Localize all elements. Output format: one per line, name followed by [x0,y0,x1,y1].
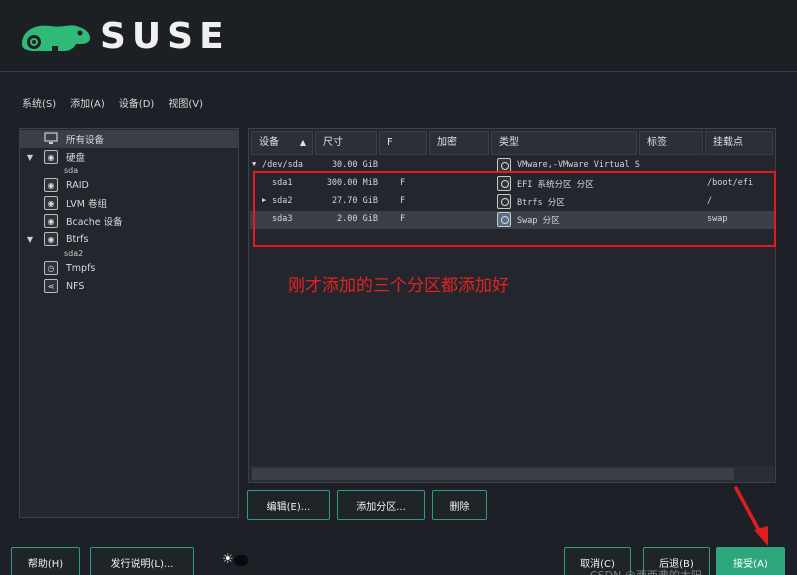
table-header: 设备 ▲ 尺寸 F 加密 类型 标签 挂载点 [249,129,775,155]
sort-ascending-icon: ▲ [299,138,306,147]
disk-icon: ◉ [44,232,58,246]
column-header-type[interactable]: 类型 [491,131,637,155]
menu-bar: 系统(S) 添加(A) 设备(D) 视图(V) [22,95,203,110]
tree-item-raid[interactable]: ◉ RAID [20,176,238,194]
device-tree: 所有设备 ▼ ◉ 硬盘 sda ◉ RAID ◉ LVM 卷组 ◉ Bcache… [19,128,239,518]
tree-item-nfs[interactable]: ⋖ NFS [20,277,238,295]
tree-item-tmpfs[interactable]: ◷ Tmpfs [20,259,238,277]
tree-item-label: LVM 卷组 [66,199,107,210]
tree-item-label: Btrfs [66,233,89,245]
horizontal-scrollbar[interactable] [250,466,774,482]
menu-device[interactable]: 设备(D) [119,95,155,110]
tree-item-hard-disks[interactable]: ▼ ◉ 硬盘 [20,148,238,166]
theme-toggle[interactable]: ☀ [222,552,248,568]
suse-chameleon-logo-icon [22,25,90,52]
tree-item-label: Tmpfs [66,262,96,274]
column-header-device[interactable]: 设备 ▲ [251,131,313,155]
disk-icon: ◉ [44,214,58,228]
tree-item-lvm[interactable]: ◉ LVM 卷组 [20,194,238,212]
tree-item-label: Bcache 设备 [66,217,123,228]
annotation-text: 刚才添加的三个分区都添加好 [288,276,509,296]
tree-item-btrfs[interactable]: ▼ ◉ Btrfs [20,230,238,248]
header-bar: SUSE [0,0,797,72]
disk-icon: ◉ [44,178,58,192]
column-header-encryption[interactable]: 加密 [429,131,489,155]
tree-item-bcache[interactable]: ◉ Bcache 设备 [20,212,238,230]
annotation-arrow-icon [734,486,768,546]
chevron-down-icon[interactable]: ▼ [25,153,35,162]
tree-item-label: 所有设备 [66,135,105,146]
toggle-switch [234,555,248,566]
column-header-format[interactable]: F [379,131,427,155]
cell-size: 30.00 GiB [331,160,378,170]
column-header-mount-point[interactable]: 挂载点 [705,131,773,155]
disk-icon: ◉ [44,196,58,210]
watermark: CSDN @西西弗的太阳 [590,567,702,575]
tree-item-label: 硬盘 [66,153,86,164]
menu-add[interactable]: 添加(A) [70,95,105,110]
help-button[interactable]: 帮助(H) [11,547,80,575]
accept-button[interactable]: 接受(A) [716,547,785,575]
monitor-icon [44,132,58,144]
tree-item-sda[interactable]: sda [64,166,78,175]
tree-item-sda2[interactable]: sda2 [64,249,83,258]
column-header-label[interactable]: 标签 [639,131,703,155]
edit-button[interactable]: 编辑(E)... [247,490,330,520]
brand-wordmark: SUSE [100,16,230,57]
menu-system[interactable]: 系统(S) [22,95,56,110]
release-notes-button[interactable]: 发行说明(L)... [90,547,194,575]
add-partition-button[interactable]: 添加分区... [337,490,425,520]
clock-icon: ◷ [44,261,58,275]
disk-icon: ◉ [44,150,58,164]
tree-item-all-devices[interactable]: 所有设备 [20,130,238,148]
chevron-down-icon[interactable]: ▼ [252,160,256,168]
menu-view[interactable]: 视图(V) [168,95,203,110]
annotation-highlight-box [253,171,776,247]
tree-item-label: RAID [66,179,89,191]
share-icon: ⋖ [44,279,58,293]
scrollbar-thumb[interactable] [252,468,734,480]
sun-icon: ☀ [222,552,234,567]
chevron-down-icon[interactable]: ▼ [25,235,35,244]
column-header-size[interactable]: 尺寸 [315,131,377,155]
delete-button[interactable]: 删除 [432,490,487,520]
cell-type: VMware,-VMware Virtual S [517,160,640,170]
cell-device: /dev/sda [262,160,303,170]
tree-item-label: NFS [66,280,85,292]
